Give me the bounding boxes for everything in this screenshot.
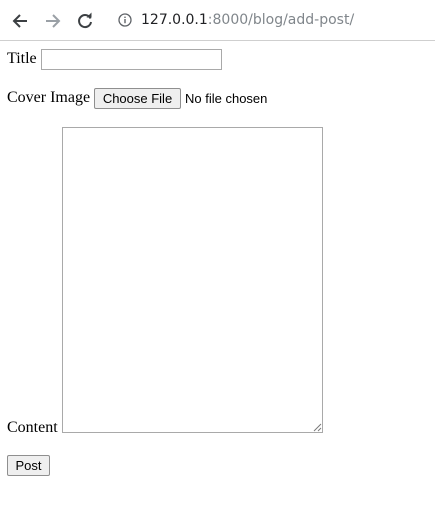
title-label: Title bbox=[7, 50, 37, 67]
reload-icon[interactable] bbox=[75, 11, 95, 31]
add-post-page: Title Cover Image Choose File No file ch… bbox=[0, 41, 435, 508]
address-bar[interactable]: 127.0.0.1:8000/blog/add-post/ bbox=[110, 6, 428, 34]
cover-image-label: Cover Image bbox=[7, 89, 91, 106]
url-path: :8000/blog/add-post/ bbox=[207, 12, 355, 28]
resize-handle-icon[interactable] bbox=[313, 423, 322, 432]
forward-arrow-icon[interactable] bbox=[43, 11, 63, 31]
file-status-text: No file chosen bbox=[185, 91, 268, 106]
content-label: Content bbox=[7, 419, 58, 436]
url-text[interactable]: 127.0.0.1:8000/blog/add-post/ bbox=[141, 12, 354, 28]
back-arrow-icon[interactable] bbox=[10, 11, 30, 31]
info-icon[interactable] bbox=[118, 13, 132, 27]
title-input[interactable] bbox=[41, 49, 222, 70]
url-host: 127.0.0.1 bbox=[141, 12, 208, 28]
post-button[interactable]: Post bbox=[7, 455, 50, 476]
browser-toolbar: 127.0.0.1:8000/blog/add-post/ bbox=[0, 0, 435, 41]
choose-file-button[interactable]: Choose File bbox=[94, 88, 181, 109]
content-textarea[interactable] bbox=[62, 127, 323, 433]
